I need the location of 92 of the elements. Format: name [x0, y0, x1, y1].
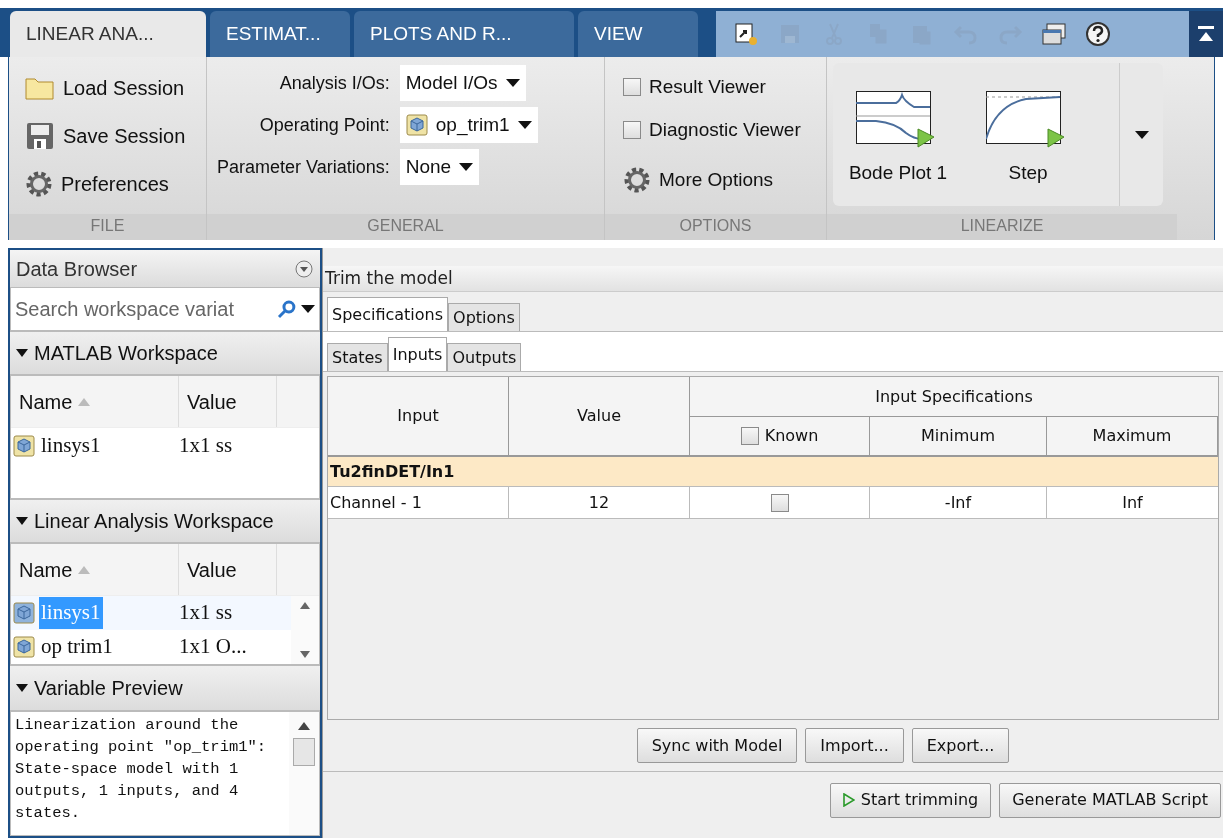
folder-icon: [25, 75, 55, 101]
scroll-up-icon[interactable]: [300, 602, 310, 609]
checkbox-label: Result Viewer: [649, 75, 766, 99]
column-header[interactable]: Name: [11, 544, 179, 595]
more-options-button[interactable]: More Options: [623, 166, 826, 195]
section-header[interactable]: Linear Analysis Workspace: [10, 499, 320, 543]
checkbox-label: Diagnostic Viewer: [649, 117, 801, 142]
tab[interactable]: Inputs: [387, 337, 448, 371]
variable-row[interactable]: op trim1 1x1 O...: [11, 630, 291, 664]
field-label: Operating Point:: [258, 113, 390, 137]
column-header[interactable]: Value: [179, 544, 277, 595]
column-label: Known: [764, 425, 819, 447]
section-header[interactable]: Variable Preview: [10, 665, 320, 711]
scroll-thumb[interactable]: [293, 738, 315, 766]
section-label: FILE: [9, 214, 206, 240]
field-label: Analysis I/Os:: [278, 71, 390, 95]
panel-title: Trim the model: [325, 266, 453, 290]
action-button[interactable]: Export...: [911, 728, 1010, 763]
ribbon-button[interactable]: Load Session: [25, 71, 206, 105]
column-header[interactable]: Name: [11, 376, 179, 427]
tab[interactable]: Outputs: [447, 343, 522, 371]
checkbox[interactable]: [623, 120, 641, 139]
dropdown[interactable]: Model I/Os: [399, 65, 526, 101]
table-cell: -Inf: [870, 487, 1047, 518]
cube-icon: [13, 435, 35, 457]
variable-name: op trim1: [40, 633, 114, 661]
dropdown-caret-icon: [505, 79, 520, 87]
section-label: LINEARIZE: [827, 214, 1177, 240]
collapse-icon: [1196, 24, 1216, 44]
checkbox[interactable]: [623, 78, 641, 97]
ribbon-tab[interactable]: VIEW: [578, 11, 698, 57]
column-header[interactable]: Value: [179, 376, 277, 427]
section-header[interactable]: MATLAB Workspace: [10, 331, 320, 375]
save-icon: [25, 121, 55, 151]
variable-value: 1x1 O...: [179, 633, 247, 661]
table-cell: Channel - 1: [328, 487, 509, 518]
dropdown-caret-icon: [517, 121, 532, 129]
action-button[interactable]: Sync with Model: [636, 728, 798, 763]
scroll-down-icon[interactable]: [300, 651, 310, 658]
variable-name: linsys1: [39, 597, 103, 629]
variable-name: linsys1: [40, 432, 102, 460]
ribbon-tab[interactable]: PLOTS AND R...: [354, 11, 574, 57]
plot-button[interactable]: Step: [963, 63, 1093, 206]
collapse-triangle-icon: [16, 517, 28, 525]
cube-icon: [13, 602, 35, 624]
button-label: Start trimming: [860, 789, 979, 811]
dropdown[interactable]: op_trim1: [399, 107, 538, 143]
settings-icon: [623, 166, 651, 195]
collapse-triangle-icon: [16, 684, 28, 692]
action-button[interactable]: Import...: [805, 728, 904, 763]
panel-menu-icon: [294, 258, 314, 279]
scroll-up-icon[interactable]: [298, 722, 310, 730]
sort-ascending-icon: [78, 397, 91, 406]
checkbox[interactable]: [740, 427, 759, 445]
button-label: Generate MATLAB Script: [1012, 789, 1208, 811]
cube-icon: [405, 114, 428, 136]
action-button[interactable]: Start trimming: [829, 782, 992, 818]
ribbon-tab[interactable]: LINEAR ANA...: [10, 11, 206, 57]
field-label: Parameter Variations:: [217, 155, 390, 179]
group-row-label: Tu2finDET/In1: [330, 460, 455, 483]
tab[interactable]: Specifications: [327, 297, 449, 331]
section-label: OPTIONS: [605, 214, 826, 240]
caret-icon: [1134, 130, 1149, 139]
sort-ascending-icon: [78, 565, 91, 574]
section-label: GENERAL: [207, 214, 604, 240]
dropdown-caret-icon: [459, 163, 474, 171]
ribbon-tab[interactable]: ESTIMAT...: [210, 11, 350, 57]
search-field[interactable]: Search workspace variat: [10, 287, 320, 331]
table-cell-text: Inf: [1121, 491, 1144, 514]
cube-icon: [13, 636, 35, 658]
caret-icon: [301, 305, 315, 313]
variable-value: 1x1 ss: [179, 432, 233, 460]
preview-text: Linearization around the operating point "op_trim1": State-space model with 1 outputs, 1 inputs, and 4 states.: [14, 715, 268, 824]
ribbon-button[interactable]: Preferences: [25, 167, 206, 201]
variable-value: 1x1 ss: [179, 599, 233, 627]
action-button[interactable]: Generate MATLAB Script: [999, 782, 1221, 818]
variable-row[interactable]: linsys1 1x1 ss: [11, 596, 291, 630]
panel-title: Data Browser: [16, 256, 138, 282]
tab[interactable]: States: [327, 343, 388, 371]
search-icon: [277, 299, 297, 319]
dropdown[interactable]: None: [399, 149, 480, 185]
table-cell: 12: [509, 487, 690, 518]
plot-button[interactable]: Bode Plot 1: [833, 63, 963, 206]
group-header: Input Specifications: [690, 377, 1218, 417]
collapse-triangle-icon: [16, 349, 28, 357]
play-icon: [842, 793, 855, 807]
ribbon-button[interactable]: Save Session: [25, 119, 206, 153]
collapse-ribbon-button[interactable]: [1189, 11, 1223, 57]
variable-row[interactable]: linsys1 1x1 ss: [11, 428, 319, 464]
checkbox[interactable]: [770, 493, 789, 512]
tab[interactable]: Options: [448, 303, 520, 331]
settings-icon: [25, 170, 53, 198]
